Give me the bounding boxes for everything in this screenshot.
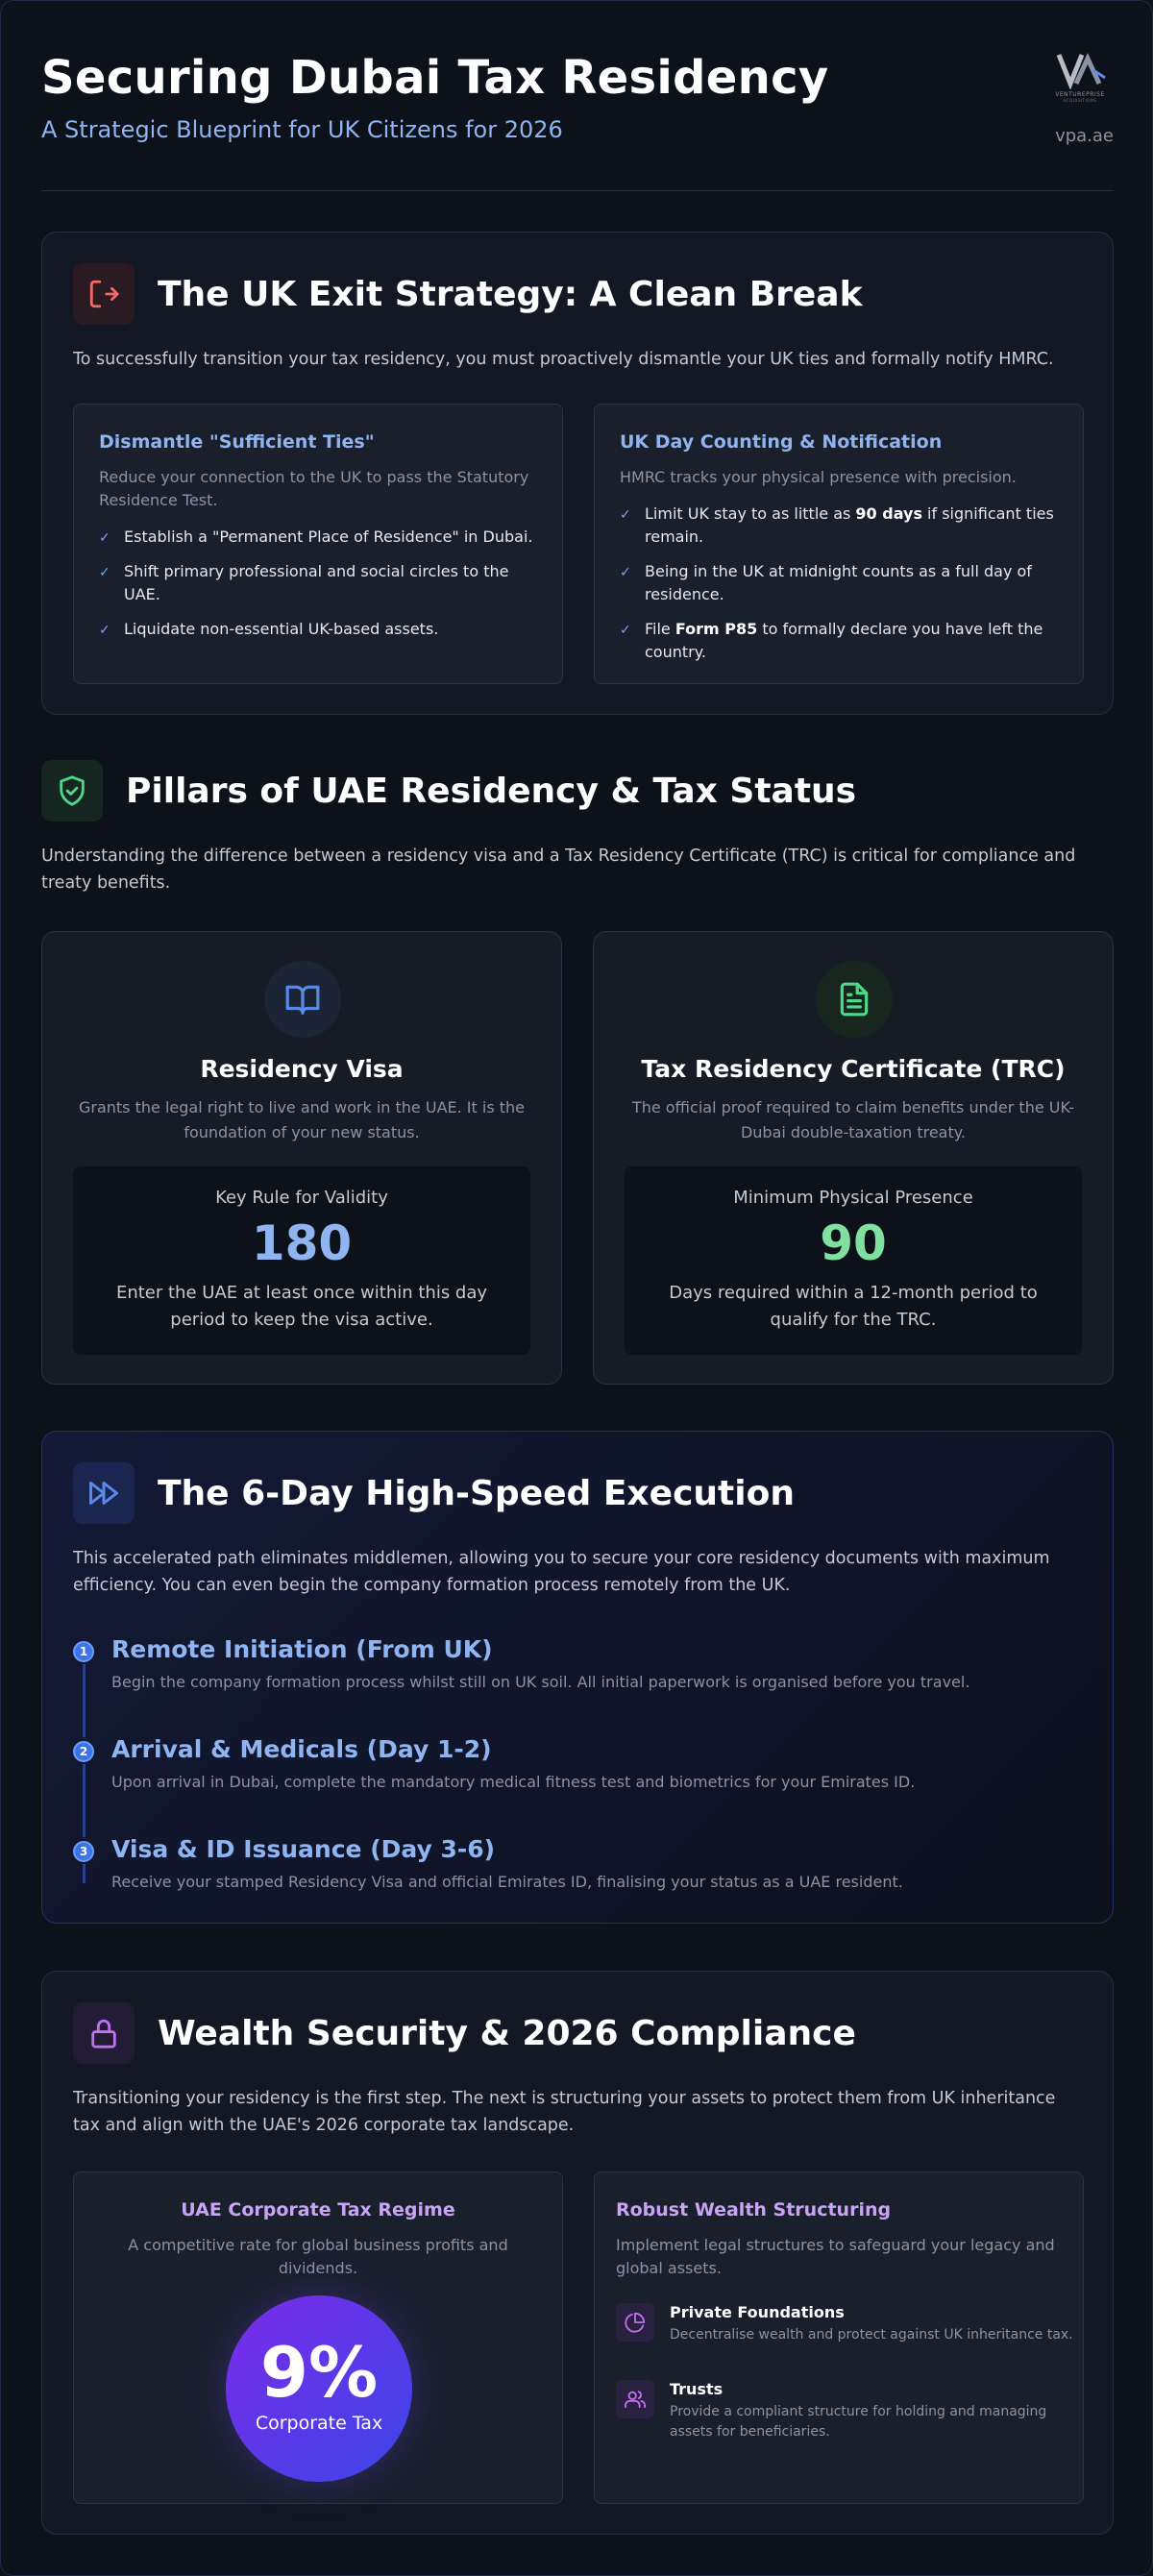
step-title: Remote Initiation (From UK) — [111, 1635, 493, 1663]
trusts-desc: Provide a compliant structure for holdin… — [670, 2404, 1047, 2440]
fast-forward-icon — [73, 1462, 135, 1524]
logout-icon — [73, 263, 135, 325]
private-foundations-title: Private Foundations — [670, 2303, 845, 2321]
execution-steps: 1 Remote Initiation (From UK) Begin the … — [73, 1635, 1082, 1935]
step-desc: Upon arrival in Dubai, complete the mand… — [111, 1773, 916, 1791]
brand-logo: VENTUREPRISE ACQUISITIONS — [1046, 51, 1114, 103]
brand-name: VENTUREPRISE — [1055, 91, 1105, 98]
residency-visa-card: Residency Visa Grants the legal right to… — [41, 931, 562, 1385]
lock-icon — [73, 2002, 135, 2064]
step-number-badge: 1 — [73, 1641, 94, 1662]
uk-exit-title: The UK Exit Strategy: A Clean Break — [158, 274, 863, 314]
day-counting-desc: HMRC tracks your physical presence with … — [620, 468, 1017, 486]
ties-card: Dismantle "Sufficient Ties" Reduce your … — [73, 404, 563, 684]
trc-rule-value: 90 — [820, 1215, 887, 1271]
brand-subname: ACQUISITIONS — [1063, 98, 1097, 103]
execution-intro: This accelerated path eliminates middlem… — [73, 1549, 1050, 1595]
trusts-title: Trusts — [670, 2380, 724, 2398]
users-icon — [616, 2380, 654, 2418]
list-item: ✓ Being in the UK at midnight counts as a… — [620, 562, 1032, 603]
list-item: ✓ Limit UK stay to as little as 90 days i… — [620, 504, 1054, 546]
page-header: Securing Dubai Tax Residency A Strategic… — [41, 51, 1114, 191]
shield-check-icon — [41, 760, 103, 822]
residency-visa-desc: Grants the legal right to live and work … — [78, 1098, 525, 1141]
site-url[interactable]: vpa.ae — [1055, 126, 1114, 146]
step-item: 3 Visa & ID Issuance (Day 3-6) Receive y… — [73, 1835, 1082, 1935]
page-subtitle: A Strategic Blueprint for UK Citizens fo… — [41, 116, 563, 143]
trc-card: Tax Residency Certificate (TRC) The offi… — [593, 931, 1114, 1385]
pillars-intro: Understanding the difference between a r… — [41, 846, 1076, 893]
uk-exit-heading: The UK Exit Strategy: A Clean Break — [73, 263, 863, 325]
step-desc: Begin the company formation process whil… — [111, 1673, 970, 1691]
step-desc: Receive your stamped Residency Visa and … — [111, 1873, 903, 1891]
day-counting-card: UK Day Counting & Notification HMRC trac… — [594, 404, 1084, 684]
pie-chart-icon — [616, 2303, 654, 2342]
trc-rule-box: Minimum Physical Presence 90 Days requir… — [625, 1166, 1082, 1355]
wealth-intro: Transitioning your residency is the firs… — [73, 2089, 1056, 2135]
trc-rule-label: Minimum Physical Presence — [733, 1188, 973, 1208]
step-connector — [83, 1664, 86, 1737]
visa-rule-box: Key Rule for Validity 180 Enter the UAE … — [73, 1166, 530, 1355]
trusts-item: Trusts Provide a compliant structure for… — [616, 2380, 1083, 2442]
page-title: Securing Dubai Tax Residency — [41, 51, 829, 105]
wealth-title: Wealth Security & 2026 Compliance — [158, 2013, 856, 2053]
list-item: ✓ Establish a "Permanent Place of Residen… — [99, 526, 537, 549]
step-number-badge: 3 — [73, 1841, 94, 1862]
check-icon: ✓ — [99, 623, 110, 638]
trc-title: Tax Residency Certificate (TRC) — [641, 1055, 1066, 1083]
check-icon: ✓ — [620, 507, 631, 523]
trc-desc: The official proof required to claim ben… — [631, 1098, 1075, 1141]
corporate-tax-rate-badge: 9% Corporate Tax — [226, 2295, 412, 2482]
step-item: 1 Remote Initiation (From UK) Begin the … — [73, 1635, 1082, 1737]
day-counting-title: UK Day Counting & Notification — [620, 431, 943, 453]
ties-list: ✓ Establish a "Permanent Place of Residen… — [99, 526, 537, 641]
step-title: Arrival & Medicals (Day 1-2) — [111, 1735, 492, 1763]
residency-visa-title: Residency Visa — [200, 1055, 404, 1083]
venturprise-logo-icon — [1056, 53, 1106, 89]
step-number-badge: 2 — [73, 1741, 94, 1762]
private-foundations-desc: Decentralise wealth and protect against … — [670, 2327, 1073, 2343]
check-icon: ✓ — [620, 565, 631, 580]
pillars-heading: Pillars of UAE Residency & Tax Status — [41, 760, 856, 822]
visa-rule-desc: Enter the UAE at least once within this … — [115, 1283, 488, 1330]
trc-rule-desc: Days required within a 12-month period t… — [669, 1283, 1038, 1330]
step-title: Visa & ID Issuance (Day 3-6) — [111, 1835, 496, 1863]
open-book-icon — [264, 961, 341, 1038]
day-counting-list: ✓ Limit UK stay to as little as 90 days i… — [620, 503, 1058, 664]
private-foundations-item: Private Foundations Decentralise wealth … — [616, 2303, 1083, 2345]
list-item: ✓ Liquidate non-essential UK-based assets… — [99, 618, 537, 641]
step-item: 2 Arrival & Medicals (Day 1-2) Upon arri… — [73, 1735, 1082, 1837]
execution-section: The 6-Day High-Speed Execution This acce… — [41, 1431, 1114, 1924]
ties-title: Dismantle "Sufficient Ties" — [99, 431, 375, 453]
uk-exit-intro: To successfully transition your tax resi… — [73, 350, 1054, 369]
list-item: ✓ File Form P85 to formally declare you h… — [620, 620, 1043, 661]
wealth-heading: Wealth Security & 2026 Compliance — [73, 2002, 856, 2064]
wealth-structuring-title: Robust Wealth Structuring — [616, 2199, 892, 2220]
corporate-tax-label: Corporate Tax — [255, 2413, 383, 2434]
execution-title: The 6-Day High-Speed Execution — [158, 1473, 795, 1513]
wealth-structuring-card: Robust Wealth Structuring Implement lega… — [594, 2171, 1084, 2504]
visa-rule-label: Key Rule for Validity — [215, 1188, 388, 1208]
uk-exit-section: The UK Exit Strategy: A Clean Break To s… — [41, 232, 1114, 715]
check-icon: ✓ — [99, 530, 110, 546]
visa-rule-value: 180 — [251, 1215, 353, 1271]
execution-heading: The 6-Day High-Speed Execution — [73, 1462, 795, 1524]
corporate-tax-title: UAE Corporate Tax Regime — [181, 2199, 455, 2220]
step-connector — [83, 1864, 86, 1883]
infographic-frame: Securing Dubai Tax Residency A Strategic… — [0, 0, 1153, 2576]
list-item: ✓ Shift primary professional and social c… — [99, 562, 509, 603]
ties-desc: Reduce your connection to the UK to pass… — [99, 468, 529, 509]
step-connector — [83, 1764, 86, 1837]
pillars-title: Pillars of UAE Residency & Tax Status — [126, 771, 857, 811]
wealth-structuring-desc: Implement legal structures to safeguard … — [616, 2236, 1055, 2277]
corporate-tax-desc: A competitive rate for global business p… — [128, 2236, 508, 2277]
check-icon: ✓ — [99, 565, 110, 580]
document-icon — [816, 961, 893, 1038]
check-icon: ✓ — [620, 623, 631, 638]
wealth-section: Wealth Security & 2026 Compliance Transi… — [41, 1971, 1114, 2535]
corporate-tax-rate: 9% — [259, 2332, 379, 2413]
corporate-tax-card: UAE Corporate Tax Regime A competitive r… — [73, 2171, 563, 2504]
